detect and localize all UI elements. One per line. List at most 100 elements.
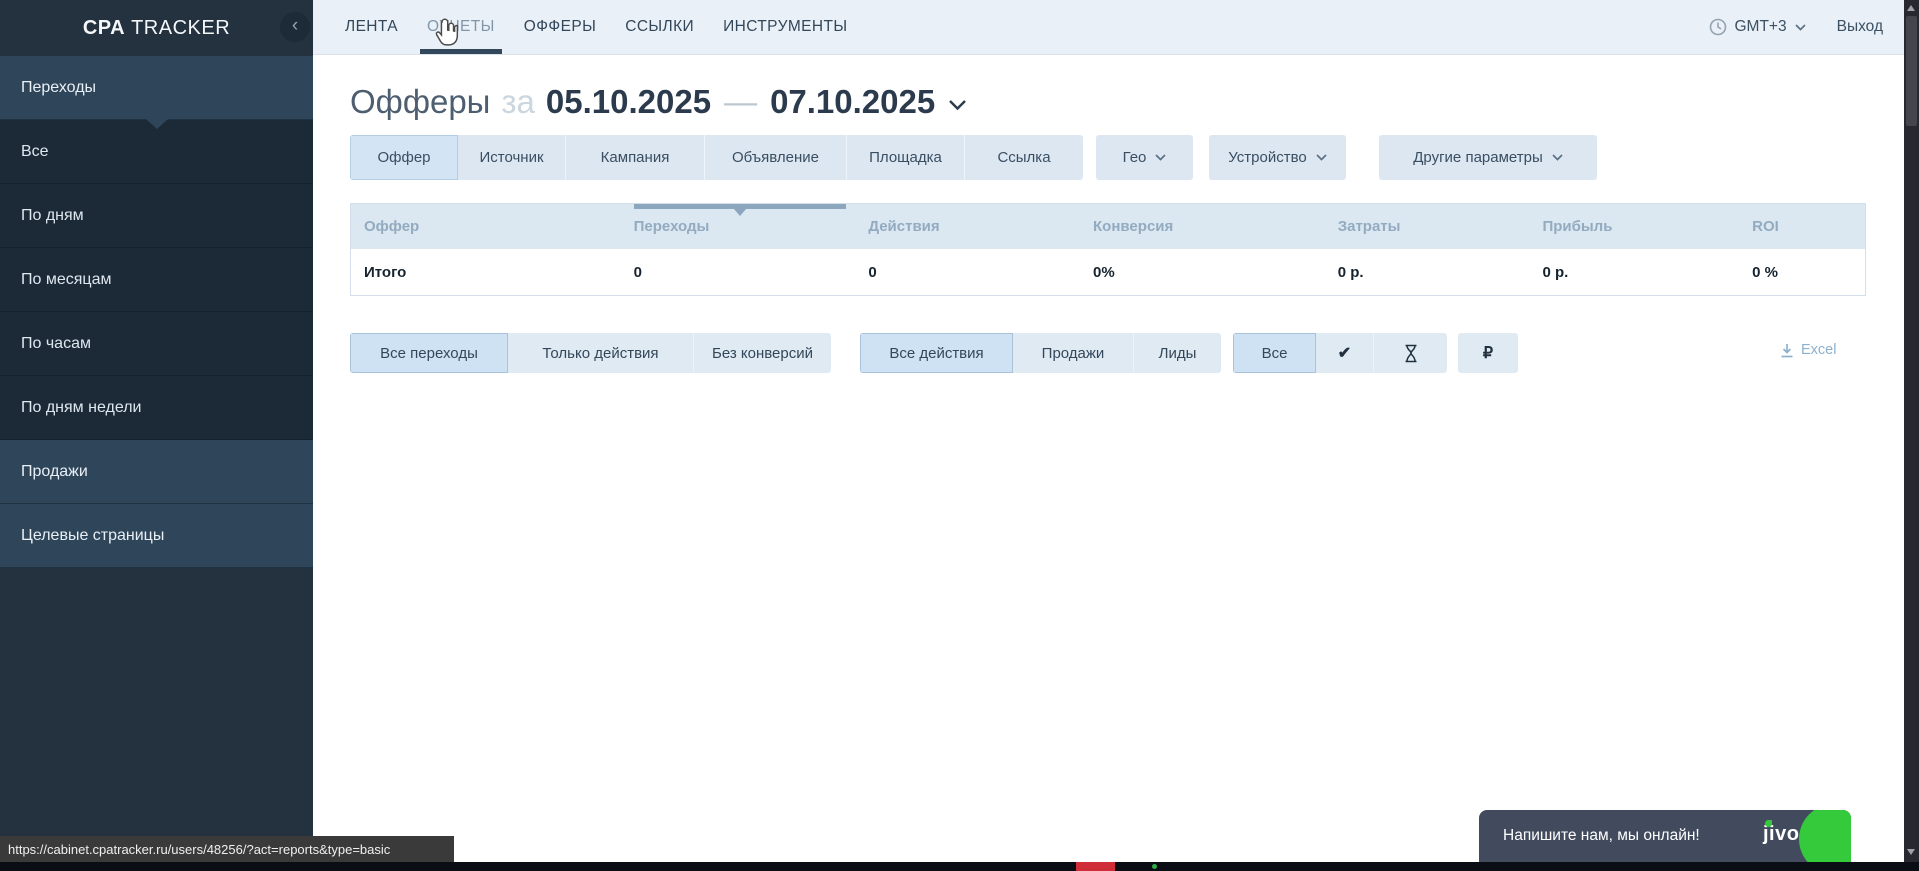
jivo-green-leaf-icon	[1799, 810, 1851, 862]
sidebar-item-po-mesyacam[interactable]: По месяцам	[0, 248, 313, 312]
nav-tab-ssylki[interactable]: ССЫЛКИ	[625, 0, 694, 54]
sidebar-collapse-button[interactable]: ‹	[280, 12, 310, 42]
dimension-tab-kampaniya[interactable]: Кампания	[566, 135, 705, 180]
chevron-left-icon: ‹	[292, 15, 298, 37]
top-navigation: ЛЕНТА ОТЧЕТЫ ОФФЕРЫ ССЫЛКИ ИНСТРУМЕНТЫ G…	[313, 0, 1904, 55]
check-icon: ✔	[1338, 343, 1351, 363]
sidebar-item-label: Продажи	[21, 463, 88, 481]
totals-zatraty: 0 р.	[1325, 264, 1530, 281]
column-header-deystviya[interactable]: Действия	[855, 204, 1080, 249]
column-header-roi[interactable]: ROI	[1739, 204, 1865, 249]
app-window: CPA TRACKER ‹ Переходы Все По дням По ме…	[0, 0, 1919, 871]
sidebar-item-vse[interactable]: Все	[0, 120, 313, 184]
dimension-tab-obyavlenie[interactable]: Объявление	[705, 135, 847, 180]
sidebar-item-label: По дням	[21, 207, 84, 225]
timezone-selector[interactable]: GMT+3	[1709, 18, 1806, 36]
sidebar-item-label: По месяцам	[21, 271, 111, 289]
sidebar-item-celevye-stranicy[interactable]: Целевые страницы	[0, 504, 313, 568]
column-header-zatraty[interactable]: Затраты	[1325, 204, 1530, 249]
sidebar-item-label: Все	[21, 143, 49, 161]
filter-vse-perehody[interactable]: Все переходы	[350, 333, 508, 373]
column-header-konversiya[interactable]: Конверсия	[1080, 204, 1325, 249]
filter-lidy[interactable]: Лиды	[1134, 333, 1221, 373]
sidebar-item-po-dnyam[interactable]: По дням	[0, 184, 313, 248]
dimension-tab-offer[interactable]: Оффер	[350, 135, 458, 180]
scrollbar-thumb[interactable]	[1906, 16, 1917, 126]
logo-bold: CPA	[83, 17, 125, 40]
chevron-down-icon	[1155, 154, 1166, 161]
chevron-down-icon	[1552, 154, 1563, 161]
chat-widget[interactable]: Напишите нам, мы онлайн! jivo	[1479, 810, 1851, 862]
sidebar-item-label: Целевые страницы	[21, 527, 164, 545]
dimension-dropdown-drugie-parametry[interactable]: Другие параметры	[1379, 135, 1597, 180]
dimension-dropdown-geo[interactable]: Гео	[1096, 135, 1193, 180]
ruble-icon: ₽	[1483, 343, 1493, 363]
filter-tolko-deystviya[interactable]: Только действия	[508, 333, 694, 373]
chevron-down-icon	[1316, 154, 1327, 161]
totals-pribyl: 0 р.	[1529, 264, 1739, 281]
totals-roi: 0 %	[1739, 264, 1865, 281]
dropdown-label: Устройство	[1228, 149, 1306, 166]
timezone-value: GMT+3	[1735, 18, 1787, 36]
sidebar-item-po-dnyam-nedeli[interactable]: По дням недели	[0, 376, 313, 440]
dimension-dropdown-ustroystvo[interactable]: Устройство	[1209, 135, 1346, 180]
clock-icon	[1709, 18, 1727, 36]
sidebar-item-label: Переходы	[21, 79, 96, 97]
sidebar-item-perehody[interactable]: Переходы	[0, 56, 313, 120]
report-table: Оффер Переходы Действия Конверсия Затрат…	[350, 203, 1866, 296]
app-logo[interactable]: CPA TRACKER	[0, 0, 313, 56]
chevron-down-icon	[1795, 24, 1806, 31]
excel-label: Excel	[1801, 342, 1836, 358]
scrollbar-down-arrow[interactable]	[1907, 849, 1915, 855]
title-preposition: за	[501, 83, 534, 121]
dropdown-label: Другие параметры	[1413, 149, 1543, 166]
filter-bez-konversiy[interactable]: Без конверсий	[694, 333, 831, 373]
column-header-offer[interactable]: Оффер	[351, 204, 621, 249]
dimension-main-group: Оффер Источник Кампания Объявление Площа…	[350, 135, 1083, 180]
action-filter-group: Все действия Продажи Лиды	[860, 333, 1221, 373]
filter-vse-deystviya[interactable]: Все действия	[860, 333, 1013, 373]
download-icon	[1780, 343, 1794, 358]
nav-tab-lenta[interactable]: ЛЕНТА	[345, 0, 398, 54]
sidebar-item-label: По дням недели	[21, 399, 141, 417]
status-url-text: https://cabinet.cpatracker.ru/users/4825…	[8, 842, 390, 857]
dimension-tab-istochnik[interactable]: Источник	[458, 135, 566, 180]
nav-tab-offery[interactable]: ОФФЕРЫ	[524, 0, 596, 54]
dimension-tab-ssylka[interactable]: Ссылка	[965, 135, 1083, 180]
transition-filter-group: Все переходы Только действия Без конверс…	[350, 333, 831, 373]
filter-status-approved[interactable]: ✔	[1316, 333, 1374, 373]
sidebar: CPA TRACKER ‹ Переходы Все По дням По ме…	[0, 0, 313, 871]
filter-status-pending[interactable]	[1374, 333, 1447, 373]
browser-status-url: https://cabinet.cpatracker.ru/users/4825…	[0, 836, 454, 862]
date-dash: —	[724, 83, 757, 121]
currency-filter-group: ₽	[1458, 333, 1518, 373]
sidebar-item-prodazhi[interactable]: Продажи	[0, 440, 313, 504]
filter-prodazhi[interactable]: Продажи	[1013, 333, 1134, 373]
totals-deystviya: 0	[855, 264, 1080, 281]
sort-indicator	[634, 204, 846, 209]
scrollbar-up-arrow[interactable]	[1907, 5, 1915, 11]
date-range-chevron-icon[interactable]	[948, 99, 967, 111]
filter-status-vse[interactable]: Все	[1233, 333, 1316, 373]
sidebar-item-label: По часам	[21, 335, 91, 353]
filter-currency-ruble[interactable]: ₽	[1458, 333, 1518, 373]
date-to[interactable]: 07.10.2025	[770, 83, 935, 121]
date-from[interactable]: 05.10.2025	[546, 83, 711, 121]
taskbar-red-segment	[1076, 862, 1115, 871]
cursor-pointer-icon	[432, 17, 460, 49]
logo-rest: TRACKER	[131, 17, 230, 40]
taskbar-green-dot	[1152, 864, 1157, 869]
sidebar-item-po-chasam[interactable]: По часам	[0, 312, 313, 376]
nav-tab-instrumenty[interactable]: ИНСТРУМЕНТЫ	[723, 0, 847, 54]
dimension-tab-ploshchadka[interactable]: Площадка	[847, 135, 965, 180]
dropdown-label: Гео	[1123, 149, 1147, 166]
export-excel-link[interactable]: Excel	[1780, 342, 1836, 358]
logout-link[interactable]: Выход	[1837, 18, 1883, 36]
page-title: Офферы	[350, 83, 490, 121]
totals-perehody: 0	[621, 264, 856, 281]
vertical-scrollbar[interactable]	[1904, 0, 1919, 862]
jivo-leaf-icon	[1765, 820, 1772, 827]
column-header-pribyl[interactable]: Прибыль	[1529, 204, 1739, 249]
dimension-tabs: Оффер Источник Кампания Объявление Площа…	[350, 135, 1597, 180]
report-page: Офферы за 05.10.2025 — 07.10.2025 Оффер …	[313, 55, 1904, 862]
